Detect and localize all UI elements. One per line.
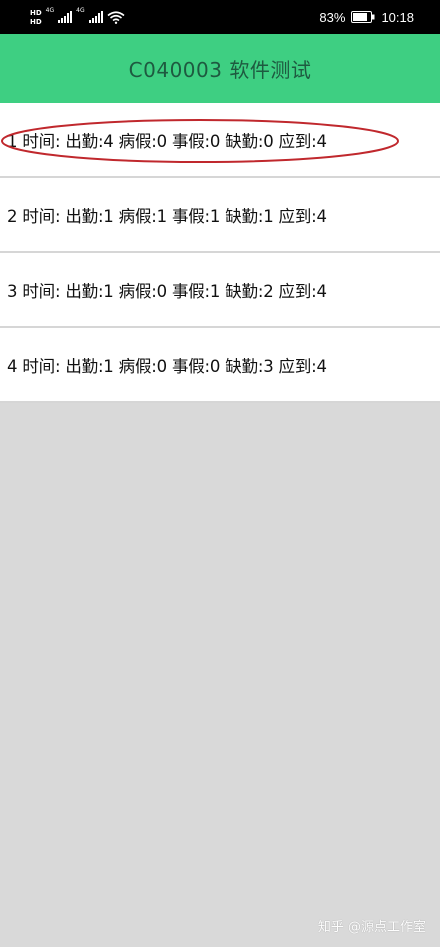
status-icons-left: HD HD 4G 4G [30, 4, 125, 30]
battery-icon [351, 11, 375, 23]
status-icons-right: 83% 10:18 [319, 0, 414, 34]
hd-indicators: HD HD [30, 9, 42, 26]
list-item-2[interactable]: 2 时间: 出勤:1 病假:1 事假:1 缺勤:1 应到:4 [0, 178, 440, 253]
app-title: C040003 软件测试 [128, 58, 312, 82]
list-item-1[interactable]: 1 时间: 出勤:4 病假:0 事假:0 缺勤:0 应到:4 [0, 103, 440, 178]
attendance-list: 1 时间: 出勤:4 病假:0 事假:0 缺勤:0 应到:4 2 时间: 出勤:… [0, 103, 440, 403]
app-bar: C040003 软件测试 [0, 34, 440, 103]
watermark: 知乎 @源点工作室 [317, 920, 426, 935]
wifi-icon [107, 10, 125, 24]
network-type-2: 4G [76, 7, 85, 14]
list-item-text: 3 时间: 出勤:1 病假:0 事假:1 缺勤:2 应到:4 [7, 281, 327, 301]
signal-strength-icon-2 [88, 11, 103, 23]
list-item-text: 4 时间: 出勤:1 病假:0 事假:0 缺勤:3 应到:4 [7, 356, 327, 376]
battery-percent: 83% [319, 9, 346, 25]
clock: 10:18 [381, 9, 414, 25]
hd-badge-2: HD [30, 17, 42, 26]
list-item-3[interactable]: 3 时间: 出勤:1 病假:0 事假:1 缺勤:2 应到:4 [0, 253, 440, 328]
network-type-1: 4G [45, 7, 55, 14]
status-bar: HD HD 4G 4G 83% 10:18 [0, 0, 440, 34]
list-item-4[interactable]: 4 时间: 出勤:1 病假:0 事假:0 缺勤:3 应到:4 [0, 328, 440, 403]
list-item-text: 2 时间: 出勤:1 病假:1 事假:1 缺勤:1 应到:4 [7, 206, 327, 226]
list-item-text: 1 时间: 出勤:4 病假:0 事假:0 缺勤:0 应到:4 [7, 131, 327, 151]
signal-strength-icon [58, 11, 73, 23]
hd-badge-1: HD [30, 8, 42, 17]
